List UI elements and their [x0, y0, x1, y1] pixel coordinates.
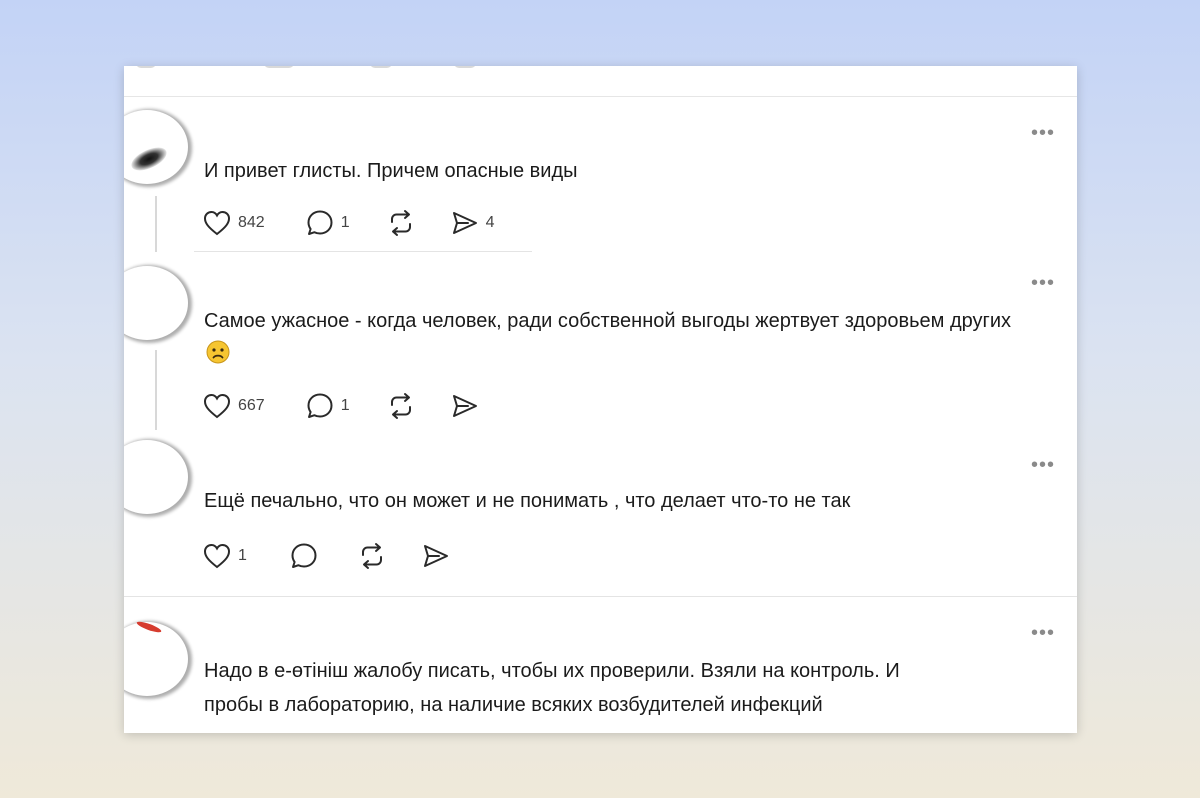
comment-actions: 667 1 — [202, 390, 480, 422]
sad-face-emoji — [206, 340, 230, 364]
comment-text-line: Надо в е-өтініш жалобу писать, чтобы их … — [204, 660, 900, 682]
send-icon — [423, 545, 448, 567]
like-icon-cropped — [136, 66, 156, 68]
like-count: 842 — [238, 214, 265, 231]
heart-icon — [203, 210, 231, 236]
share-button[interactable] — [450, 390, 480, 422]
repost-button[interactable] — [386, 390, 416, 422]
reply-button[interactable]: 1 — [305, 390, 350, 422]
share-count: 4 — [485, 214, 495, 231]
more-dots-icon[interactable]: ••• — [1031, 455, 1055, 475]
previous-actions-strip — [124, 66, 1077, 97]
comment-text: Самое ужасное - когда человек, ради собс… — [204, 304, 1034, 372]
like-button[interactable]: 842 — [202, 207, 265, 239]
share-button[interactable] — [421, 540, 451, 572]
comment-actions: 842 1 4 — [202, 207, 495, 239]
thread-line — [155, 196, 157, 252]
comment-bubble-icon — [307, 210, 333, 235]
repost-button[interactable] — [357, 540, 387, 572]
more-dots-icon[interactable]: ••• — [1031, 123, 1055, 143]
avatar[interactable] — [124, 440, 188, 514]
repost-icon — [390, 393, 411, 419]
reply-button[interactable]: 1 — [305, 207, 350, 239]
repost-icon-cropped — [370, 66, 392, 68]
more-dots-icon[interactable]: ••• — [1031, 273, 1055, 293]
heart-icon — [203, 543, 231, 569]
comment-bubble-icon — [291, 543, 317, 568]
reply-count: 1 — [340, 214, 350, 231]
avatar[interactable] — [124, 622, 188, 696]
avatar[interactable] — [124, 110, 188, 184]
heart-icon — [203, 393, 231, 419]
send-icon — [452, 395, 477, 417]
comment-text: И привет глисты. Причем опасные виды — [204, 160, 578, 182]
send-icon-cropped — [454, 66, 476, 68]
more-dots-icon[interactable]: ••• — [1031, 623, 1055, 643]
comment-text: Надо в е-өтініш жалобу писать, чтобы их … — [204, 654, 1034, 722]
comment-actions: 1 — [202, 540, 451, 572]
like-button[interactable]: 667 — [202, 390, 265, 422]
comment-text-line: пробы в лабораторию, на наличие всяких в… — [204, 694, 823, 716]
repost-icon — [390, 210, 411, 236]
comment-text: Ещё печально, что он может и не понимать… — [204, 490, 851, 512]
avatar[interactable] — [124, 266, 188, 340]
reply-count: 1 — [340, 397, 350, 414]
like-count: 1 — [238, 547, 247, 564]
comment-bubble-icon — [307, 393, 333, 418]
like-count: 667 — [238, 397, 265, 414]
thread-line — [155, 350, 157, 430]
comment-icon-cropped — [264, 66, 294, 68]
reply-button[interactable] — [289, 540, 319, 572]
send-icon — [452, 212, 477, 234]
divider — [194, 251, 532, 252]
repost-button[interactable] — [386, 207, 416, 239]
divider — [124, 596, 1077, 597]
like-button[interactable]: 1 — [202, 540, 247, 572]
comment-text-content: Самое ужасное - когда человек, ради собс… — [204, 310, 1012, 332]
share-button[interactable]: 4 — [450, 207, 495, 239]
comments-card: ••• И привет глисты. Причем опасные виды… — [124, 66, 1077, 733]
repost-icon — [361, 543, 382, 569]
